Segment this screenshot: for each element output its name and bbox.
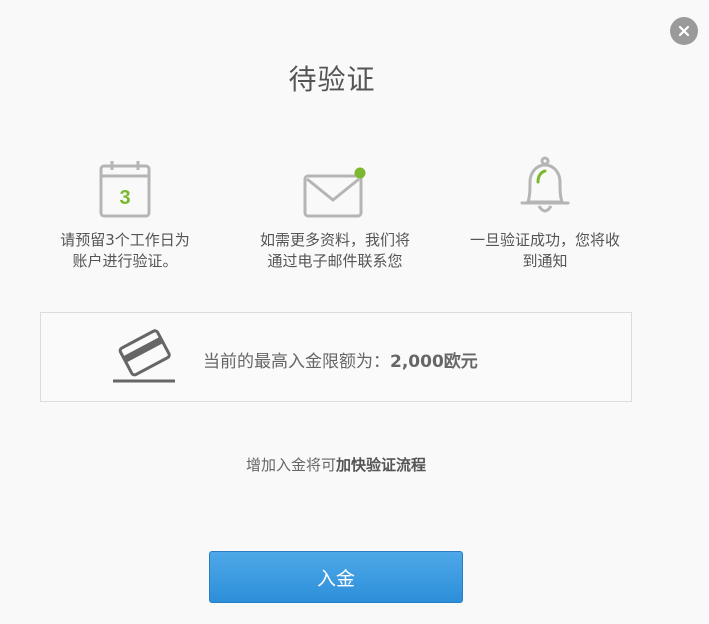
note-emphasis: 加快验证流程: [336, 456, 427, 474]
deposit-limit-text: 当前的最高入金限额为：2,000欧元: [203, 347, 478, 372]
calendar-day: 3: [119, 187, 130, 209]
deposit-limit-panel: 当前的最高入金限额为：2,000欧元: [40, 312, 632, 402]
note-prefix: 增加入金将可: [245, 456, 336, 474]
step-text: 一旦验证成功，您将收到通知: [469, 231, 620, 270]
close-button[interactable]: [670, 17, 698, 45]
step-email-contact: 如需更多资料，我们将通过电子邮件联系您: [235, 152, 435, 272]
bell-icon: [520, 156, 570, 213]
verification-dialog: 待验证 3 请预留3个工作日为账户进行验证。 如需更多资料，我们将通过电子邮件联…: [0, 0, 709, 624]
deposit-limit-label: 当前的最高入金限额为：: [203, 352, 390, 372]
step-text: 请预留3个工作日为账户进行验证。: [60, 231, 190, 270]
step-verify-days: 3 请预留3个工作日为账户进行验证。: [25, 152, 225, 272]
deposit-button[interactable]: 入金: [209, 551, 463, 603]
close-icon: [678, 25, 690, 37]
step-text: 如需更多资料，我们将通过电子邮件联系您: [259, 231, 410, 270]
calendar-icon: 3: [99, 161, 151, 218]
speedup-note: 增加入金将可加快验证流程: [0, 454, 672, 475]
card-icon: [113, 329, 175, 383]
deposit-limit-amount: 2,000欧元: [390, 352, 478, 372]
dialog-title: 待验证: [288, 63, 376, 96]
mail-icon: [303, 167, 366, 218]
step-notification: 一旦验证成功，您将收到通知: [445, 152, 645, 272]
